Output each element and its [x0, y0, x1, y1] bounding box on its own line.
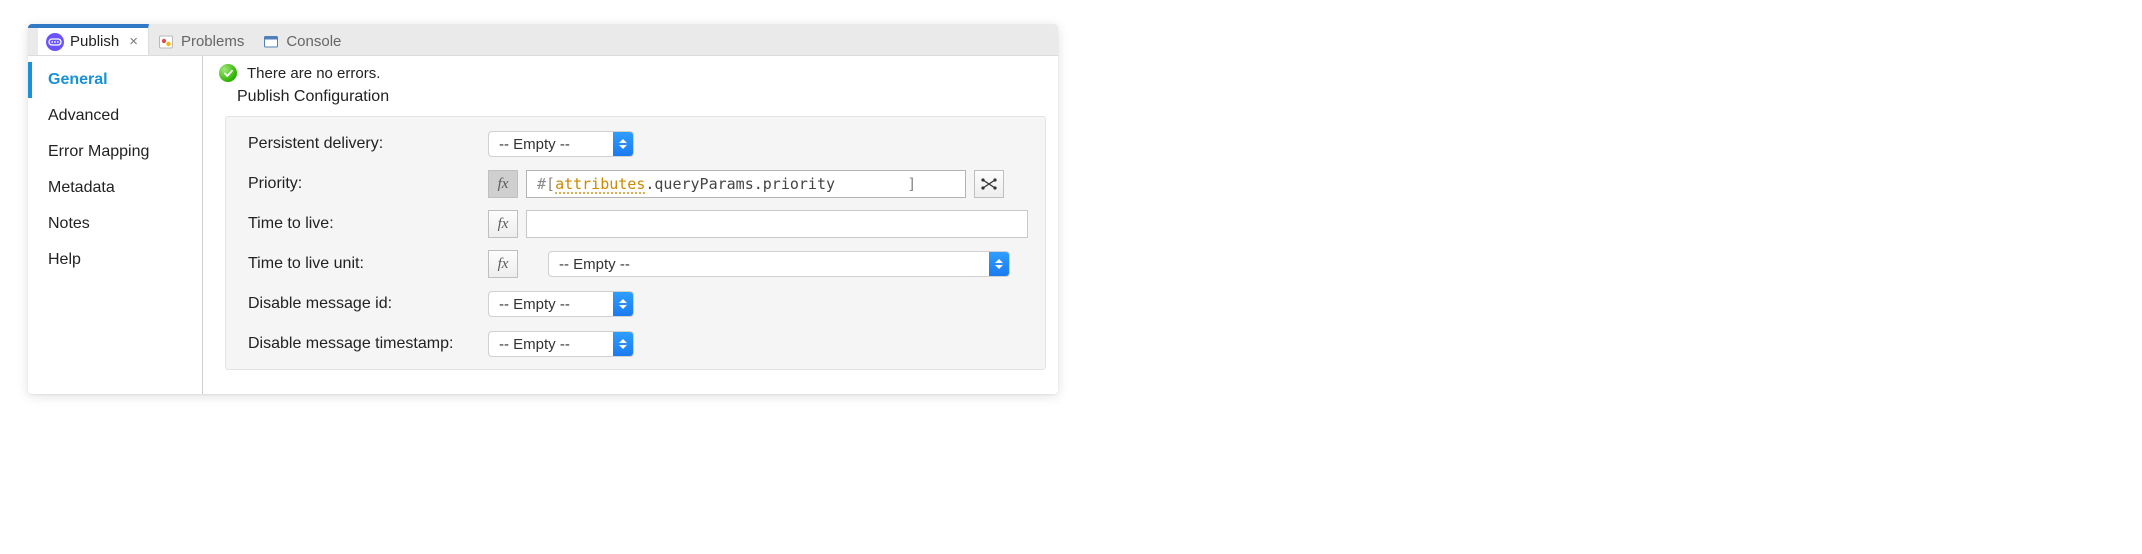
properties-panel: Publish × Problems Console — [28, 24, 1058, 394]
label-persistent-delivery: Persistent delivery: — [248, 135, 488, 153]
chevron-updown-icon[interactable] — [613, 132, 633, 156]
status-message: There are no errors. — [247, 65, 380, 82]
select-disable-message-id[interactable]: -- Empty -- — [488, 291, 634, 317]
tab-problems-label: Problems — [181, 33, 244, 50]
tab-problems[interactable]: Problems — [149, 24, 254, 55]
main-content: There are no errors. Publish Configurati… — [203, 56, 1058, 394]
config-field-group: Persistent delivery: -- Empty -- Priorit… — [225, 116, 1046, 370]
sidebar-item-error-mapping[interactable]: Error Mapping — [28, 134, 202, 170]
sidebar-item-advanced[interactable]: Advanced — [28, 98, 202, 134]
label-ttl: Time to live: — [248, 215, 488, 233]
expr-token: . — [754, 175, 763, 193]
expr-token: . — [645, 175, 654, 193]
sidebar-item-help[interactable]: Help — [28, 242, 202, 278]
fx-toggle-priority[interactable]: fx — [488, 170, 518, 198]
expr-token: attributes — [555, 175, 645, 193]
sidebar-item-general[interactable]: General — [28, 62, 202, 98]
tab-publish[interactable]: Publish × — [38, 24, 149, 55]
expr-token — [835, 175, 907, 193]
sidebar-nav: General Advanced Error Mapping Metadata … — [28, 56, 202, 394]
expr-token: queryParams — [654, 175, 753, 193]
select-persistent-delivery[interactable]: -- Empty -- — [488, 131, 634, 157]
console-icon — [262, 33, 280, 51]
expr-token: ] — [907, 175, 916, 193]
expr-token: #[ — [537, 175, 555, 193]
expression-input-priority[interactable]: #[ attributes . queryParams . priority ] — [526, 170, 966, 198]
map-button[interactable] — [974, 170, 1004, 198]
tab-publish-label: Publish — [70, 33, 119, 50]
select-disable-message-id-value: -- Empty -- — [489, 292, 613, 316]
label-disable-message-timestamp: Disable message timestamp: — [248, 335, 488, 353]
chevron-updown-icon[interactable] — [613, 332, 633, 356]
sidebar-item-metadata[interactable]: Metadata — [28, 170, 202, 206]
label-priority: Priority: — [248, 175, 488, 193]
publish-icon — [46, 33, 64, 51]
label-disable-message-id: Disable message id: — [248, 295, 488, 313]
tab-console-label: Console — [286, 33, 341, 50]
fx-toggle-ttl[interactable]: fx — [488, 210, 518, 238]
input-ttl[interactable] — [526, 210, 1028, 238]
tab-bar-leading-highlight — [28, 24, 38, 55]
label-ttl-unit: Time to live unit: — [248, 255, 488, 273]
problems-icon — [157, 33, 175, 51]
mapping-icon — [980, 176, 998, 192]
select-disable-message-timestamp-value: -- Empty -- — [489, 332, 613, 356]
select-ttl-unit-value: -- Empty -- — [549, 252, 989, 276]
close-icon[interactable]: × — [129, 33, 138, 50]
select-persistent-delivery-value: -- Empty -- — [489, 132, 613, 156]
section-title: Publish Configuration — [237, 88, 1052, 106]
fx-toggle-ttl-unit[interactable]: fx — [488, 250, 518, 278]
chevron-updown-icon[interactable] — [613, 292, 633, 316]
expr-token: priority — [763, 175, 835, 193]
ok-check-icon — [219, 64, 237, 82]
sidebar-item-notes[interactable]: Notes — [28, 206, 202, 242]
select-ttl-unit[interactable]: -- Empty -- — [548, 251, 1010, 277]
tab-console[interactable]: Console — [254, 24, 351, 55]
chevron-updown-icon[interactable] — [989, 252, 1009, 276]
select-disable-message-timestamp[interactable]: -- Empty -- — [488, 331, 634, 357]
tab-bar: Publish × Problems Console — [28, 24, 1058, 56]
